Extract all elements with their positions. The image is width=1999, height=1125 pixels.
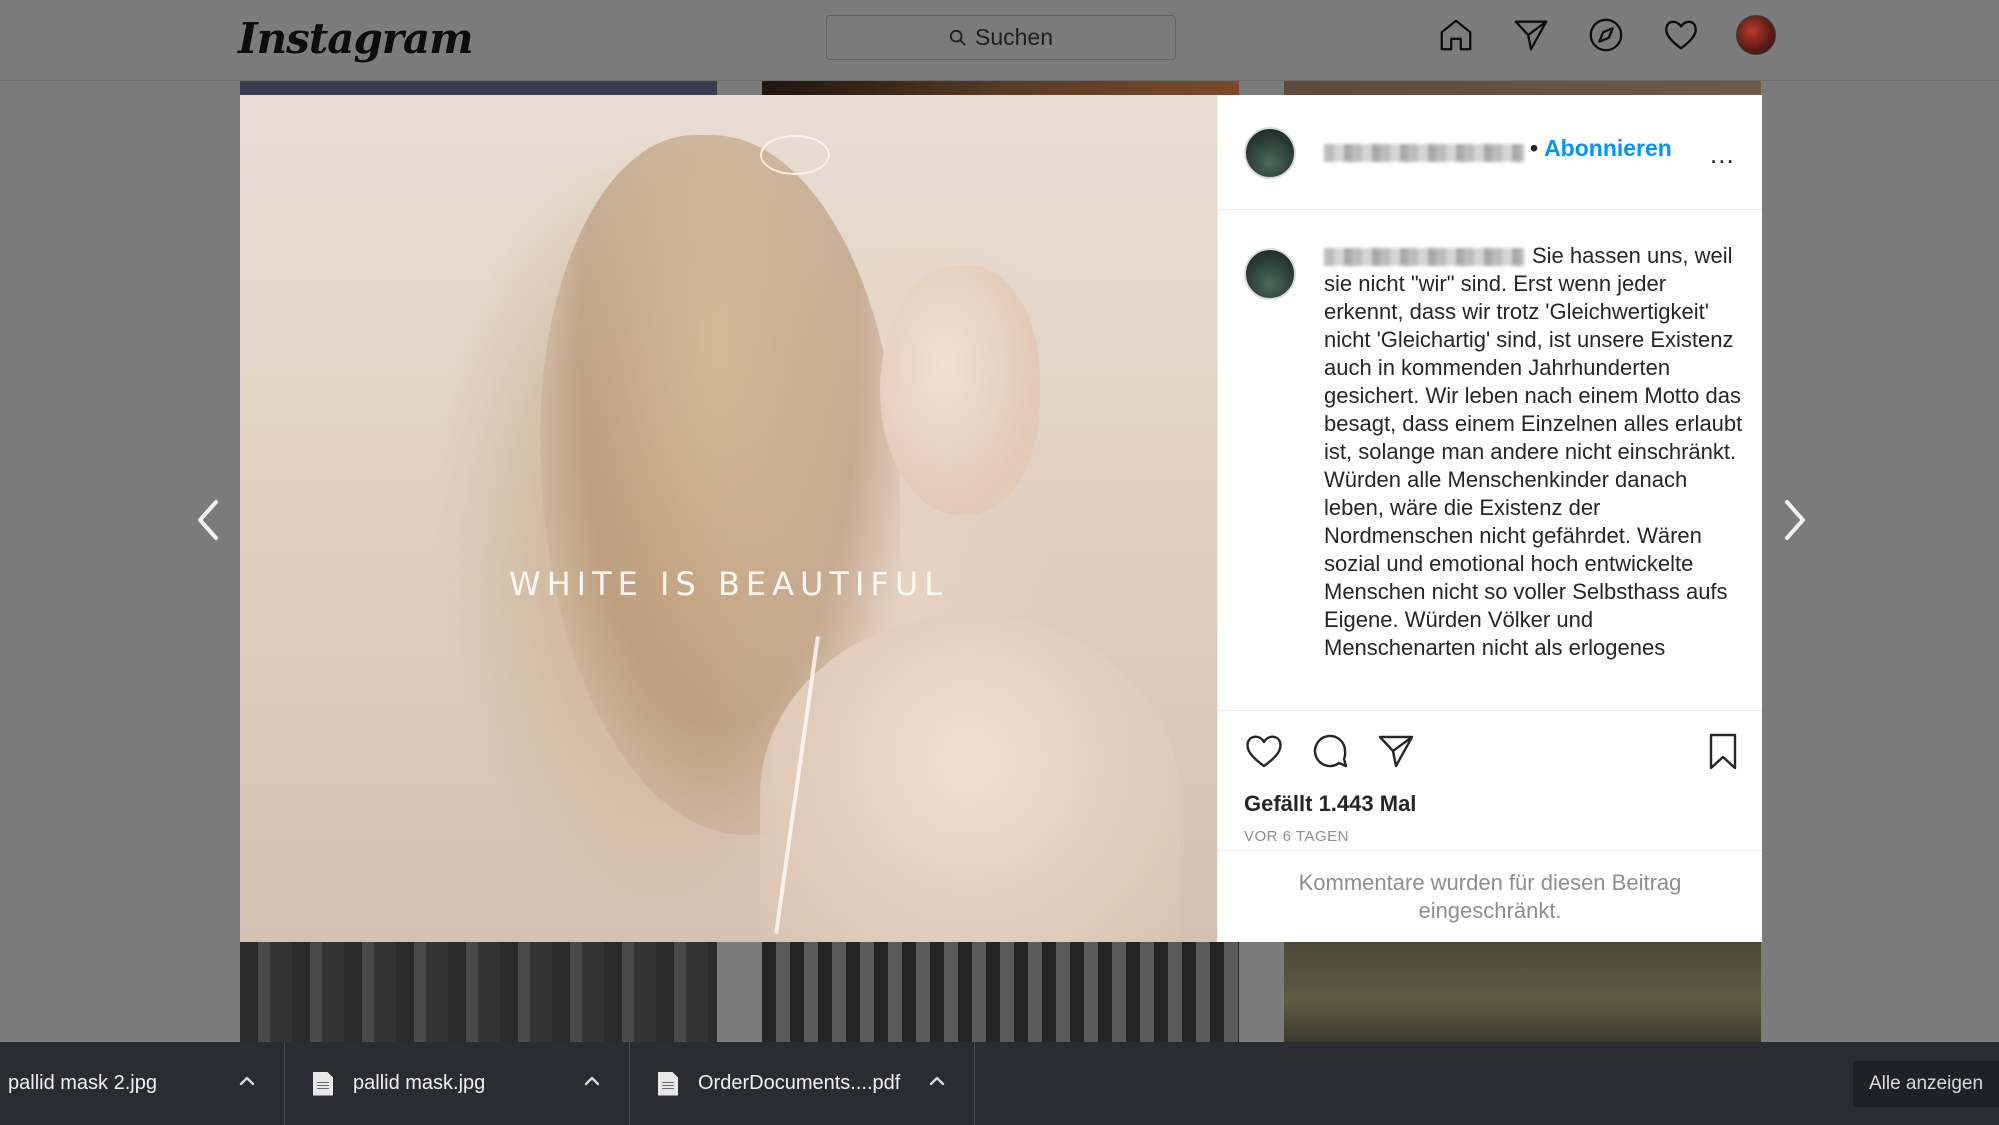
comment-bubble-icon[interactable] xyxy=(1310,731,1350,776)
comments-restricted-notice: Kommentare wurden für diesen Beitrag ein… xyxy=(1298,869,1682,923)
caption-text: Sie hassen uns, weil sie nicht "wir" sin… xyxy=(1324,243,1743,660)
chevron-up-icon[interactable] xyxy=(236,1070,258,1092)
show-all-downloads-button[interactable]: Alle anzeigen xyxy=(1853,1061,1999,1107)
nav-icon-group xyxy=(1436,15,1776,55)
search-icon xyxy=(949,29,966,46)
grid-thumbnail[interactable] xyxy=(240,81,717,95)
like-heart-icon[interactable] xyxy=(1244,731,1284,776)
top-navigation-bar: Instagram Suchen xyxy=(0,0,1999,81)
home-icon[interactable] xyxy=(1436,15,1476,55)
grid-thumbnail[interactable] xyxy=(762,942,1239,1042)
post-actions: Gefällt 1.443 Mal VOR 6 TAGEN xyxy=(1218,711,1762,851)
next-post-arrow-icon[interactable] xyxy=(1775,495,1815,545)
grid-thumbnail[interactable] xyxy=(762,81,1239,95)
search-input[interactable]: Suchen xyxy=(826,15,1176,60)
post-timestamp[interactable]: VOR 6 TAGEN xyxy=(1244,828,1349,845)
download-item[interactable]: OrderDocuments....pdf xyxy=(630,1042,975,1125)
likes-count[interactable]: Gefällt 1.443 Mal xyxy=(1244,791,1416,817)
download-item[interactable]: pallid mask 2.jpg xyxy=(0,1042,285,1125)
hair-clip-graphic xyxy=(760,135,830,175)
grid-thumbnail[interactable] xyxy=(1284,81,1761,95)
download-item[interactable]: pallid mask.jpg xyxy=(285,1042,630,1125)
post-modal: WHITE IS BEAUTIFUL • Abonnieren ... Sie h… xyxy=(240,95,1762,942)
post-header: • Abonnieren ... xyxy=(1218,95,1762,210)
direct-icon[interactable] xyxy=(1511,15,1551,55)
caption-author-avatar[interactable] xyxy=(1244,248,1296,300)
search-placeholder: Suchen xyxy=(974,24,1053,50)
grid-thumbnail[interactable] xyxy=(1284,942,1761,1042)
instagram-logo[interactable]: Instagram xyxy=(238,14,474,63)
follow-separator: • xyxy=(1530,135,1539,161)
previous-post-arrow-icon[interactable] xyxy=(188,495,228,545)
grid-thumbnail[interactable] xyxy=(240,942,717,1042)
post-caption: Sie hassen uns, weil sie nicht "wir" sin… xyxy=(1324,242,1744,662)
file-icon xyxy=(313,1071,333,1096)
chevron-up-icon[interactable] xyxy=(926,1070,948,1092)
share-direct-icon[interactable] xyxy=(1376,731,1416,776)
file-icon xyxy=(658,1071,678,1096)
chevron-up-icon[interactable] xyxy=(581,1070,603,1092)
author-username-blurred[interactable] xyxy=(1324,144,1524,162)
more-options-icon[interactable]: ... xyxy=(1710,139,1735,170)
explore-icon[interactable] xyxy=(1586,15,1626,55)
post-image[interactable]: WHITE IS BEAUTIFUL xyxy=(240,95,1217,942)
caption-section: Sie hassen uns, weil sie nicht "wir" sin… xyxy=(1218,210,1762,711)
activity-heart-icon[interactable] xyxy=(1661,15,1701,55)
post-sidebar: • Abonnieren ... Sie hassen uns, weil sie… xyxy=(1217,95,1762,942)
save-bookmark-icon[interactable] xyxy=(1703,731,1743,776)
author-avatar[interactable] xyxy=(1244,127,1296,179)
image-overlay-text: WHITE IS BEAUTIFUL xyxy=(508,565,949,603)
download-bar: pallid mask 2.jpg pallid mask.jpg OrderD… xyxy=(0,1042,1999,1125)
follow-button[interactable]: Abonnieren xyxy=(1544,135,1672,161)
caption-author-username-blurred[interactable] xyxy=(1324,248,1524,267)
profile-avatar[interactable] xyxy=(1736,15,1776,55)
